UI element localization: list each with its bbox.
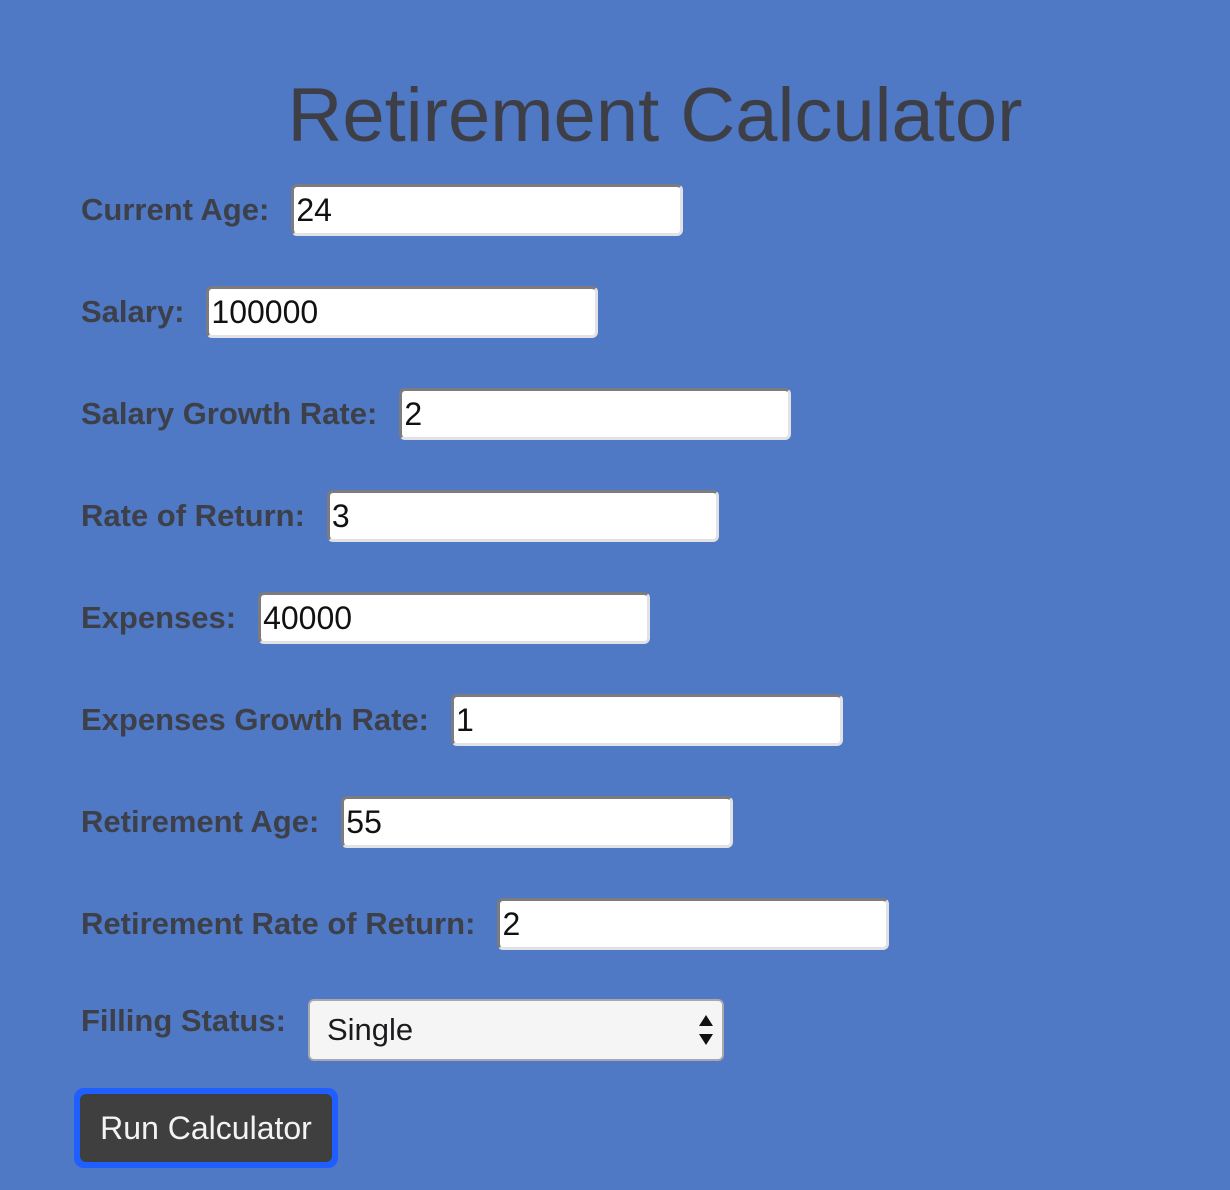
retirement-rate-of-return-label: Retirement Rate of Return:: [81, 906, 476, 941]
filing-status-label: Filling Status:: [81, 1003, 286, 1038]
rate-of-return-label: Rate of Return:: [81, 498, 305, 533]
up-down-arrows-icon: [697, 1013, 715, 1047]
retirement-rate-of-return-row: Retirement Rate of Return:: [81, 898, 890, 950]
retirement-age-input[interactable]: [341, 796, 734, 848]
current-age-row: Current Age:: [81, 184, 684, 236]
expenses-input[interactable]: [258, 592, 651, 644]
current-age-input[interactable]: [291, 184, 684, 236]
retirement-age-label: Retirement Age:: [81, 804, 320, 839]
rate-of-return-row: Rate of Return:: [81, 490, 719, 542]
page-title: Retirement Calculator: [287, 73, 1023, 158]
expenses-growth-rate-row: Expenses Growth Rate:: [81, 694, 843, 746]
salary-growth-rate-row: Salary Growth Rate:: [81, 388, 792, 440]
expenses-growth-rate-input[interactable]: [450, 694, 843, 746]
retirement-age-row: Retirement Age:: [81, 796, 734, 848]
filing-status-selected-value: Single: [326, 1012, 414, 1047]
expenses-row: Expenses:: [81, 592, 651, 644]
rate-of-return-input[interactable]: [326, 490, 719, 542]
expenses-growth-rate-label: Expenses Growth Rate:: [81, 702, 429, 737]
filing-status-select[interactable]: Single: [307, 999, 724, 1061]
salary-growth-rate-input[interactable]: [399, 388, 792, 440]
run-calculator-label: Run Calculator: [80, 1094, 332, 1162]
salary-growth-rate-label: Salary Growth Rate:: [81, 396, 378, 431]
retirement-rate-of-return-input[interactable]: [497, 898, 890, 950]
salary-label: Salary:: [81, 294, 185, 329]
filing-status-row: Filling Status: Single: [81, 994, 724, 1061]
current-age-label: Current Age:: [81, 192, 270, 227]
retirement-calculator-page: Retirement Calculator Current Age: Salar…: [0, 0, 1230, 1190]
expenses-label: Expenses:: [81, 600, 237, 635]
salary-row: Salary:: [81, 286, 599, 338]
salary-input[interactable]: [206, 286, 599, 338]
run-calculator-button[interactable]: Run Calculator: [74, 1088, 338, 1168]
